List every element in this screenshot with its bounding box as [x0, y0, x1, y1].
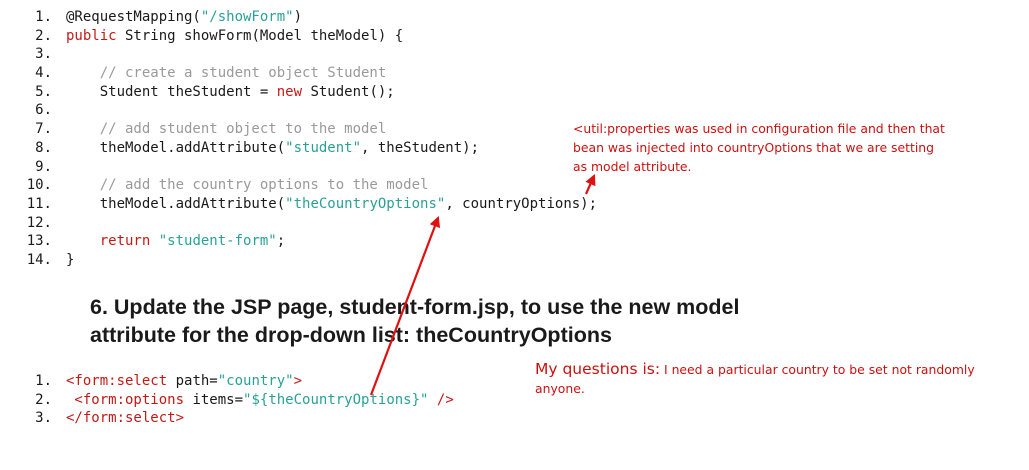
code-line: 2. <form:options items="${theCountryOpti… — [20, 391, 454, 410]
code-line: 1. <form:select path="country"> — [20, 372, 454, 391]
code-line: 13. return "student-form"; — [20, 232, 597, 251]
code-token: <form:options — [66, 391, 185, 408]
code-token: new — [276, 83, 303, 100]
line-number: 11. — [26, 195, 52, 212]
code-line: 7. // add student object to the model — [20, 120, 597, 139]
code-line: 2. public String showForm(Model theModel)… — [20, 27, 597, 46]
line-number: 12. — [26, 214, 52, 231]
code-line: 11. theModel.addAttribute("theCountryOpt… — [20, 195, 597, 214]
line-number: 6. — [35, 102, 52, 119]
line-number: 13. — [26, 233, 52, 250]
line-number: 10. — [26, 177, 52, 194]
line-number: 5. — [35, 83, 52, 100]
code-token: <form:select — [66, 373, 168, 389]
line-number: 9. — [35, 158, 52, 175]
heading-line-1: 6. Update the JSP page, student-form.jsp… — [90, 295, 740, 319]
line-number: 2. — [35, 391, 52, 408]
code-token: @RequestMapping( — [66, 9, 201, 25]
code-token: "country" — [217, 373, 294, 389]
code-token: theModel.addAttribute( — [66, 139, 286, 156]
section-heading: 6. Update the JSP page, student-form.jsp… — [90, 293, 850, 349]
line-number: 3. — [35, 46, 52, 63]
code-token: </form:select> — [66, 410, 185, 427]
code-token: String showForm(Model theModel) { — [116, 27, 404, 44]
line-number: 2. — [35, 27, 52, 44]
code-line: 14.} — [20, 251, 597, 270]
line-number: 4. — [35, 65, 52, 82]
code-token: > — [293, 373, 303, 389]
code-token: } — [66, 251, 75, 268]
heading-line-2: attribute for the drop-down list: theCou… — [90, 323, 612, 347]
code-token: , theStudent); — [361, 139, 480, 156]
annotation-note-top: <util:properties was used in configurati… — [573, 119, 983, 176]
line-number: 1. — [35, 9, 52, 25]
code-line: 12. — [20, 214, 597, 233]
code-token: path= — [167, 373, 218, 389]
code-block-controller: 1. @RequestMapping("/showForm") 2. public S… — [20, 8, 597, 270]
code-token: "student-form" — [158, 233, 277, 250]
question-text: I need a particular country to be set no… — [660, 362, 975, 377]
code-token: /> — [428, 391, 454, 408]
code-line: 5. Student theStudent = new Student(); — [20, 83, 597, 102]
code-token: public — [66, 27, 117, 44]
code-token: // create a student object Student — [66, 65, 387, 82]
code-token: "theCountryOptions" — [285, 195, 446, 212]
code-token: Student theStudent = — [66, 83, 277, 100]
code-token: "student" — [285, 139, 362, 156]
code-token: Student(); — [302, 83, 395, 100]
question-line-1: My questions is: I need a particular cou… — [535, 360, 995, 379]
note-top-line-2: bean was injected into countryOptions th… — [573, 140, 934, 155]
line-number: 7. — [35, 121, 52, 138]
line-number: 14. — [26, 251, 52, 268]
question-line-2: anyone. — [535, 381, 585, 396]
line-number: 3. — [35, 410, 52, 427]
code-token: "/showForm" — [200, 9, 294, 25]
code-token: return — [99, 233, 151, 250]
code-token: theModel.addAttribute( — [66, 195, 286, 212]
annotation-question: My questions is: I need a particular cou… — [535, 360, 995, 398]
code-line: 6. — [20, 101, 597, 120]
code-line: 1. @RequestMapping("/showForm") — [20, 8, 597, 27]
question-label: My questions is: — [535, 360, 661, 378]
code-token: items= — [184, 391, 244, 408]
code-token: // add student object to the model — [66, 121, 387, 138]
code-token: , countryOptions); — [445, 195, 598, 212]
note-top-line-1: <util:properties was used in configurati… — [573, 121, 945, 136]
code-line: 4. // create a student object Student — [20, 64, 597, 83]
line-number: 1. — [35, 373, 52, 389]
code-token: // add the country options to the model — [66, 177, 429, 194]
code-line: 3. </form:select> — [20, 409, 454, 428]
code-token: ) — [293, 9, 303, 25]
code-line: 10. // add the country options to the mo… — [20, 176, 597, 195]
code-token: "${theCountryOptions}" — [243, 391, 429, 408]
code-token: ; — [276, 233, 286, 250]
note-top-line-3: as model attribute. — [573, 159, 692, 174]
code-line: 8. theModel.addAttribute("student", theS… — [20, 139, 597, 158]
code-line: 9. — [20, 158, 597, 177]
code-block-jsp: 1. <form:select path="country"> 2. <form:o… — [20, 372, 454, 428]
code-line: 3. — [20, 45, 597, 64]
line-number: 8. — [35, 139, 52, 156]
